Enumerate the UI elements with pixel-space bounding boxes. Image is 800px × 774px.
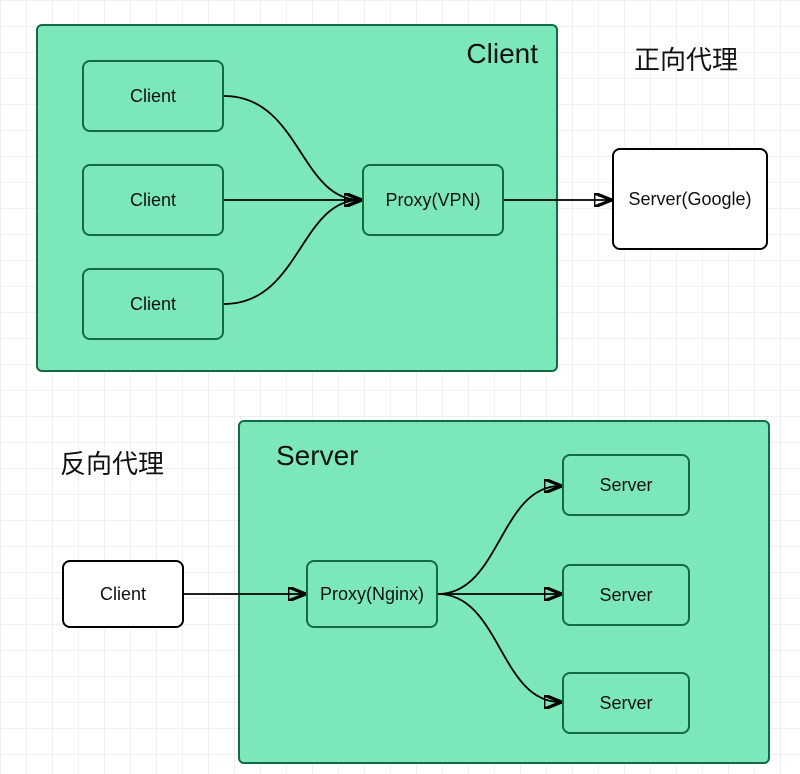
forward-proxy-label: Proxy(VPN) <box>385 190 480 211</box>
reverse-proxy-node: Proxy(Nginx) <box>306 560 438 628</box>
reverse-server-2-label: Server <box>599 585 652 606</box>
server-group-title: Server <box>276 440 358 472</box>
reverse-server-3-label: Server <box>599 693 652 714</box>
reverse-proxy-title: 反向代理 <box>60 444 164 481</box>
diagram-canvas: Client 正向代理 Client Client Client Proxy(V… <box>0 0 800 774</box>
forward-client-3: Client <box>82 268 224 340</box>
forward-client-2-label: Client <box>130 190 176 211</box>
reverse-server-2: Server <box>562 564 690 626</box>
forward-proxy-title: 正向代理 <box>634 40 738 77</box>
reverse-client-label: Client <box>100 584 146 605</box>
reverse-server-3: Server <box>562 672 690 734</box>
reverse-client-node: Client <box>62 560 184 628</box>
reverse-server-1: Server <box>562 454 690 516</box>
forward-client-1-label: Client <box>130 86 176 107</box>
forward-server-label: Server(Google) <box>628 189 751 210</box>
forward-client-3-label: Client <box>130 294 176 315</box>
client-group-title: Client <box>466 38 538 70</box>
forward-client-1: Client <box>82 60 224 132</box>
forward-server-node: Server(Google) <box>612 148 768 250</box>
forward-proxy-node: Proxy(VPN) <box>362 164 504 236</box>
reverse-server-1-label: Server <box>599 475 652 496</box>
forward-client-2: Client <box>82 164 224 236</box>
reverse-proxy-label: Proxy(Nginx) <box>320 584 424 605</box>
